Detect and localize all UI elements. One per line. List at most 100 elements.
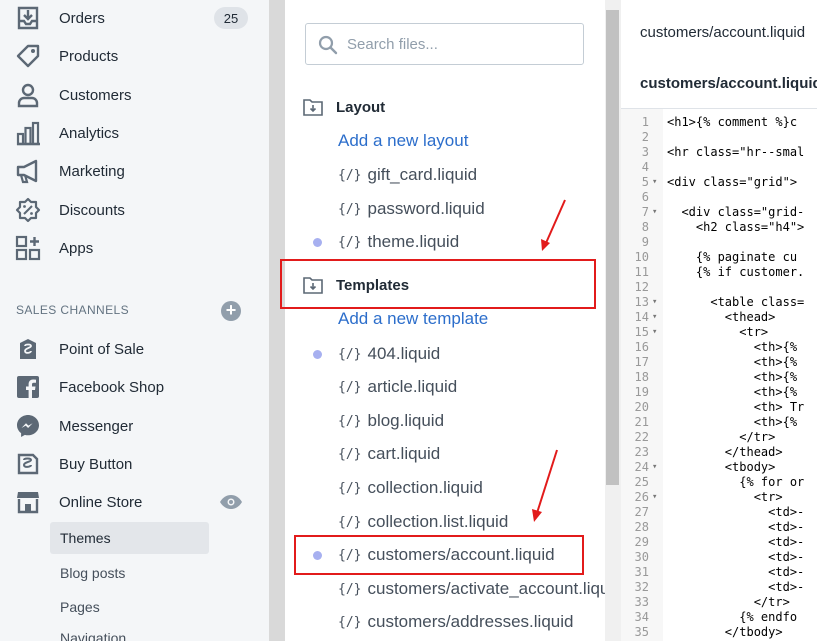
- code-text: {% if customer.: [667, 265, 805, 279]
- online-store-blog-posts[interactable]: Blog posts: [50, 557, 209, 589]
- code-line[interactable]: 34 {% endfo: [621, 610, 817, 625]
- online-store-navigation[interactable]: Navigation: [50, 622, 209, 641]
- code-line[interactable]: 8 <h2 class="h4">: [621, 220, 817, 235]
- code-line[interactable]: 21 <th>{%: [621, 415, 817, 430]
- line-number: 23: [634, 445, 649, 459]
- line-number: 25: [634, 475, 649, 489]
- code-line[interactable]: 33 </tr>: [621, 595, 817, 610]
- code-line[interactable]: 26 ▾ <tr>: [621, 490, 817, 505]
- files-scrollbar-thumb[interactable]: [606, 10, 619, 485]
- file-collection[interactable]: {/} collection.liquid: [313, 476, 483, 500]
- file-404[interactable]: {/} 404.liquid: [313, 342, 440, 366]
- file-cart[interactable]: {/} cart.liquid: [313, 442, 440, 466]
- code-line[interactable]: 7 ▾ <div class="grid-: [621, 205, 817, 220]
- code-text: <th>{%: [667, 340, 798, 354]
- folder-layout[interactable]: Layout: [303, 95, 385, 119]
- search-files-box[interactable]: [305, 23, 584, 65]
- channel-facebook-shop-label: Facebook Shop: [59, 378, 165, 396]
- nav-apps-label: Apps: [59, 239, 94, 257]
- liquid-file-icon: {/}: [338, 234, 362, 250]
- code-line[interactable]: 18 <th>{%: [621, 370, 817, 385]
- code-line[interactable]: 27 <td>-: [621, 505, 817, 520]
- line-number: 7: [641, 205, 649, 219]
- code-line[interactable]: 30 <td>-: [621, 550, 817, 565]
- code-line[interactable]: 25 {% for or: [621, 475, 817, 490]
- fold-arrow-icon[interactable]: ▾: [652, 325, 657, 340]
- code-area[interactable]: 1 <h1>{% comment %}c 2 3 <hr class="hr--smal…: [621, 108, 817, 641]
- file-customers-activate-account[interactable]: {/} customers/activate_account.liquid: [313, 577, 605, 601]
- code-line[interactable]: 4: [621, 160, 817, 175]
- nav-orders[interactable]: Orders 25: [0, 0, 269, 36]
- code-line[interactable]: 10 {% paginate cu: [621, 250, 817, 265]
- code-line[interactable]: 20 <th> Tr: [621, 400, 817, 415]
- channel-buy-button[interactable]: Buy Button: [0, 446, 269, 482]
- code-line[interactable]: 14 ▾ <thead>: [621, 310, 817, 325]
- code-line[interactable]: 28 <td>-: [621, 520, 817, 535]
- code-line[interactable]: 22 </tr>: [621, 430, 817, 445]
- liquid-file-icon: {/}: [338, 346, 362, 362]
- code-line[interactable]: 29 <td>-: [621, 535, 817, 550]
- file-label: customers/activate_account.liquid: [367, 579, 605, 598]
- code-line[interactable]: 35 </tbody>: [621, 625, 817, 640]
- code-text: <hr class="hr--smal: [667, 145, 805, 159]
- code-line[interactable]: 1 <h1>{% comment %}c: [621, 115, 817, 130]
- code-text: <tr>: [667, 325, 769, 339]
- online-store-pages[interactable]: Pages: [50, 591, 209, 623]
- line-number: 14: [634, 310, 649, 324]
- channel-point-of-sale[interactable]: Point of Sale: [0, 331, 269, 367]
- nav-discounts[interactable]: Discounts: [0, 192, 269, 228]
- channel-messenger[interactable]: Messenger: [0, 408, 269, 444]
- code-line[interactable]: 2: [621, 130, 817, 145]
- code-line[interactable]: 16 <th>{%: [621, 340, 817, 355]
- code-line[interactable]: 24 ▾ <tbody>: [621, 460, 817, 475]
- code-line[interactable]: 5 ▾ <div class="grid">: [621, 175, 817, 190]
- channel-facebook-shop[interactable]: Facebook Shop: [0, 369, 269, 405]
- code-line[interactable]: 32 <td>-: [621, 580, 817, 595]
- code-line[interactable]: 23 </thead>: [621, 445, 817, 460]
- add-new-template-link[interactable]: Add a new template: [338, 309, 488, 329]
- fold-arrow-icon[interactable]: ▾: [652, 490, 657, 505]
- code-line[interactable]: 31 <td>-: [621, 565, 817, 580]
- editor-tab[interactable]: customers/account.liquid: [640, 24, 805, 41]
- add-sales-channel-button[interactable]: +: [221, 301, 241, 321]
- fold-arrow-icon[interactable]: ▾: [652, 295, 657, 310]
- add-new-layout-link[interactable]: Add a new layout: [338, 131, 468, 151]
- file-password[interactable]: {/} password.liquid: [313, 197, 485, 221]
- panel-divider: [269, 0, 285, 641]
- fold-arrow-icon[interactable]: ▾: [652, 460, 657, 475]
- search-files-input[interactable]: [347, 33, 572, 55]
- customers-person-icon: [15, 82, 41, 108]
- view-store-eye-icon[interactable]: [219, 493, 243, 511]
- nav-products[interactable]: Products: [0, 38, 269, 74]
- file-customers-addresses[interactable]: {/} customers/addresses.liquid: [313, 610, 573, 634]
- code-line[interactable]: 9: [621, 235, 817, 250]
- file-article[interactable]: {/} article.liquid: [313, 375, 457, 399]
- liquid-file-icon: {/}: [338, 480, 362, 496]
- nav-apps[interactable]: Apps: [0, 230, 269, 266]
- file-blog[interactable]: {/} blog.liquid: [313, 409, 444, 433]
- line-number: 26: [634, 490, 649, 504]
- fold-arrow-icon[interactable]: ▾: [652, 310, 657, 325]
- online-store-themes[interactable]: Themes: [50, 522, 209, 554]
- file-gift-card[interactable]: {/} gift_card.liquid: [313, 163, 477, 187]
- fold-arrow-icon[interactable]: ▾: [652, 205, 657, 220]
- file-theme[interactable]: {/} theme.liquid: [313, 230, 459, 254]
- code-text: <div class="grid-: [667, 205, 805, 219]
- code-line[interactable]: 15 ▾ <tr>: [621, 325, 817, 340]
- line-number: 33: [634, 595, 649, 609]
- code-line[interactable]: 6: [621, 190, 817, 205]
- nav-customers[interactable]: Customers: [0, 77, 269, 113]
- code-line[interactable]: 13 ▾ <table class=: [621, 295, 817, 310]
- line-number: 4: [641, 160, 649, 174]
- code-line[interactable]: 3 <hr class="hr--smal: [621, 145, 817, 160]
- file-collection-list[interactable]: {/} collection.list.liquid: [313, 510, 508, 534]
- line-number: 3: [641, 145, 649, 159]
- fold-arrow-icon[interactable]: ▾: [652, 175, 657, 190]
- nav-marketing[interactable]: Marketing: [0, 153, 269, 189]
- code-line[interactable]: 19 <th>{%: [621, 385, 817, 400]
- code-line[interactable]: 12: [621, 280, 817, 295]
- code-text: <h1>{% comment %}c: [667, 115, 798, 129]
- code-line[interactable]: 17 <th>{%: [621, 355, 817, 370]
- code-line[interactable]: 11 {% if customer.: [621, 265, 817, 280]
- nav-analytics[interactable]: Analytics: [0, 115, 269, 151]
